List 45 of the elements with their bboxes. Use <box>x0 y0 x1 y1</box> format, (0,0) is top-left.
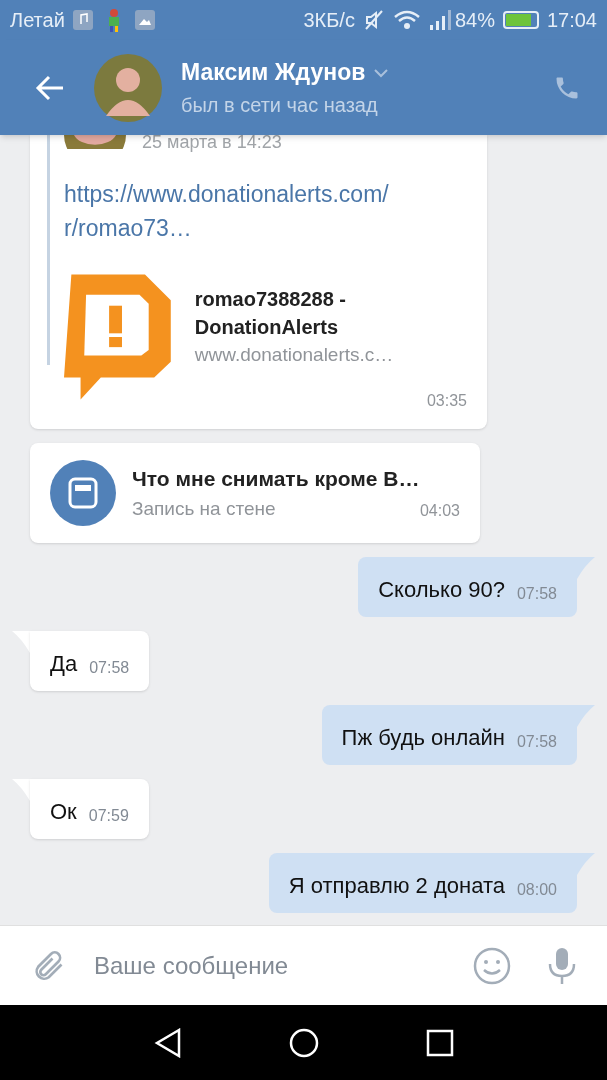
message-time: 07:58 <box>89 658 130 678</box>
microphone-icon <box>547 945 577 986</box>
message-time: 08:00 <box>516 880 557 900</box>
mute-icon <box>362 9 385 31</box>
emoji-button[interactable] <box>473 946 511 985</box>
message-text: Да <box>50 650 78 678</box>
battery-icon <box>502 11 539 29</box>
chevron-down-icon[interactable] <box>373 67 390 78</box>
preview-domain: www.donationalerts.c… <box>194 343 395 367</box>
message-text: Пж будь онлайн <box>341 724 505 752</box>
repost-date: 25 марта в 14:23 <box>142 135 282 151</box>
message-time: 07:58 <box>516 584 557 604</box>
message-time: 03:35 <box>426 391 467 411</box>
message-text: Сколько 90? <box>378 576 505 604</box>
link[interactable]: https://www.donationalerts.com/ r/romao73… <box>64 177 471 245</box>
post-title: Что мне снимать кроме В… <box>132 466 421 492</box>
wall-post-card[interactable]: Что мне снимать кроме В… Запись на стене 04:03 <box>30 443 480 543</box>
signal-icon <box>428 9 451 31</box>
carrier-name: Летай <box>10 8 65 33</box>
back-nav-icon[interactable] <box>153 1027 182 1058</box>
avatar-icon[interactable] <box>94 53 162 122</box>
contact-name: Максим Ждунов <box>181 58 366 88</box>
image-icon <box>134 10 155 30</box>
contact-status: был в сети час назад <box>181 92 379 118</box>
network-speed: 3КБ/с <box>303 8 355 33</box>
music-icon <box>72 10 93 30</box>
message-text: Ок <box>50 798 77 826</box>
post-subtitle: Запись на стене <box>132 496 276 521</box>
message-time: 04:03 <box>419 501 460 521</box>
preview-title: romao7388288 - DonationAlerts <box>194 287 347 340</box>
voice-button[interactable] <box>547 945 577 986</box>
recents-nav-icon[interactable] <box>425 1028 454 1057</box>
back-arrow-icon <box>35 74 65 101</box>
wifi-icon <box>392 9 421 31</box>
avatar-icon <box>64 135 126 149</box>
composer-bar[interactable]: Ваше сообщение <box>0 925 607 1005</box>
post-icon <box>50 460 116 526</box>
battery-percent: 84% <box>454 8 495 33</box>
clock: 17:04 <box>546 8 597 33</box>
message-time: 07:58 <box>516 732 557 752</box>
smile-icon <box>473 946 511 985</box>
message-time: 07:59 <box>88 806 129 826</box>
message-input[interactable]: Ваше сообщение <box>94 947 473 984</box>
home-nav-icon[interactable] <box>288 1027 319 1058</box>
message-text: Я отправлю 2 доната <box>288 872 505 900</box>
